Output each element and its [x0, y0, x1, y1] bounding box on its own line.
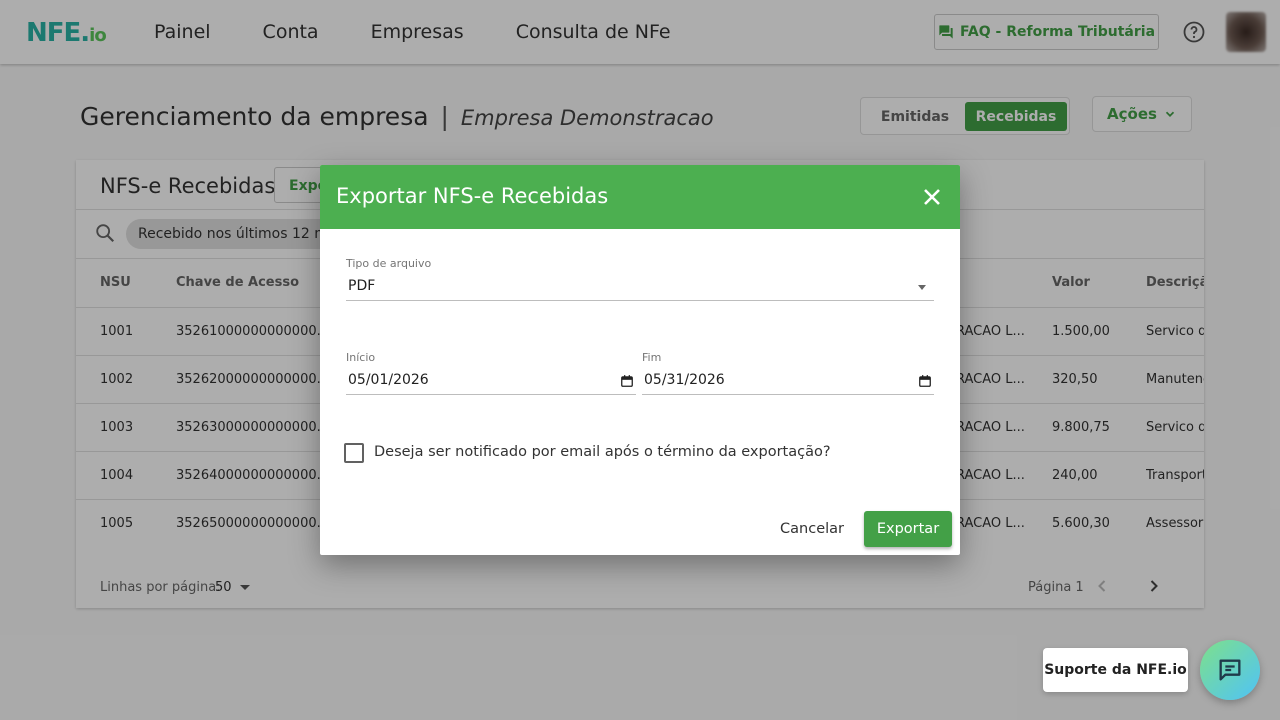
calendar-icon[interactable] — [620, 374, 634, 388]
end-date-label: Fim — [642, 351, 662, 364]
export-button[interactable]: Exportar — [864, 511, 952, 547]
support-chat-button[interactable] — [1200, 640, 1260, 700]
end-date-value: 05/31/2026 — [644, 372, 725, 388]
start-date-input[interactable]: 05/01/2026 — [346, 369, 636, 395]
start-date-value: 05/01/2026 — [348, 372, 429, 388]
end-date-input[interactable]: 05/31/2026 — [642, 369, 934, 395]
calendar-icon[interactable] — [918, 374, 932, 388]
dialog-header: Exportar NFS-e Recebidas — [320, 165, 960, 229]
support-label[interactable]: Suporte da NFE.io — [1043, 648, 1188, 692]
file-type-select[interactable]: PDF — [346, 275, 934, 301]
start-date-label: Início — [346, 351, 376, 364]
close-icon[interactable] — [920, 185, 944, 209]
cancel-button[interactable]: Cancelar — [772, 512, 852, 546]
notify-email-label[interactable]: Deseja ser notificado por email após o t… — [374, 444, 831, 460]
file-type-label: Tipo de arquivo — [346, 257, 432, 270]
notify-email-checkbox[interactable] — [344, 443, 364, 463]
file-type-value: PDF — [348, 278, 376, 294]
export-dialog: Exportar NFS-e Recebidas Tipo de arquivo… — [320, 165, 960, 555]
dropdown-arrow-icon — [918, 285, 926, 290]
support-chat-icon — [1219, 659, 1241, 681]
dialog-title: Exportar NFS-e Recebidas — [336, 184, 609, 208]
